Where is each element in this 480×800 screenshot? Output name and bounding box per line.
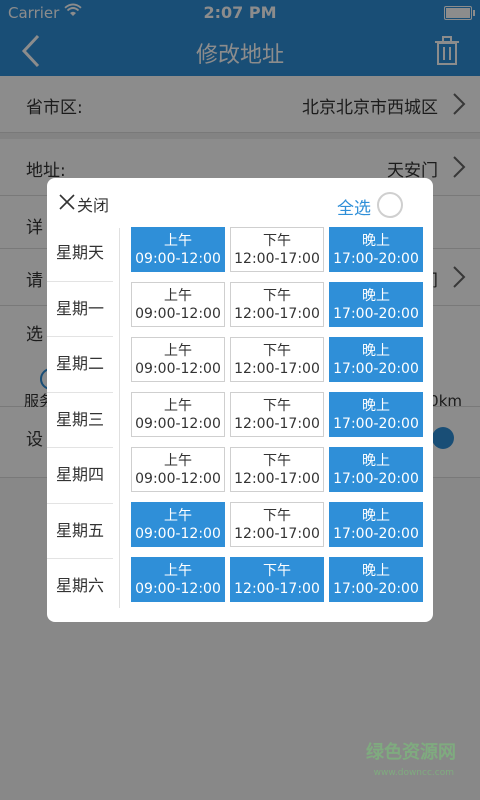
slot-time: 09:00-12:00 bbox=[135, 251, 221, 267]
select-all-radio[interactable] bbox=[377, 192, 403, 218]
slot-time: 12:00-17:00 bbox=[234, 526, 320, 542]
slot-time: 12:00-17:00 bbox=[234, 416, 320, 432]
slot-time: 12:00-17:00 bbox=[234, 471, 320, 487]
time-slot-modal: 关闭 全选 星期天 星期一 星期二 星期三 星期四 星期五星期六 上午 09:00-12:0… bbox=[47, 178, 433, 622]
time-slot-button[interactable]: 晚上 17:00-20:00 bbox=[329, 447, 423, 492]
watermark-url: www.downcc.com bbox=[373, 768, 454, 778]
slot-name: 晚上 bbox=[362, 508, 390, 524]
time-slot-button[interactable]: 晚上 17:00-20:00 bbox=[329, 227, 423, 272]
slot-time: 17:00-20:00 bbox=[333, 251, 419, 267]
time-slot-button[interactable]: 下午 12:00-17:00 bbox=[230, 392, 324, 437]
slot-time: 17:00-20:00 bbox=[333, 306, 419, 322]
slot-time: 12:00-17:00 bbox=[234, 581, 320, 597]
time-slot-button[interactable]: 下午 12:00-17:00 bbox=[230, 557, 324, 602]
slot-name: 下午 bbox=[263, 288, 291, 304]
slot-name: 晚上 bbox=[362, 398, 390, 414]
time-slot-button[interactable]: 晚上 17:00-20:00 bbox=[329, 557, 423, 602]
weekday-label: 星期四 bbox=[47, 448, 113, 504]
slot-time: 12:00-17:00 bbox=[234, 306, 320, 322]
time-slot-button[interactable]: 上午 09:00-12:00 bbox=[131, 337, 225, 382]
time-slot-button[interactable]: 晚上 17:00-20:00 bbox=[329, 337, 423, 382]
select-all-label[interactable]: 全选 bbox=[337, 194, 371, 219]
time-slot-button[interactable]: 晚上 17:00-20:00 bbox=[329, 392, 423, 437]
slot-grid: 上午 09:00-12:00 下午 12:00-17:00 晚上 17:00-20:00 上… bbox=[131, 227, 425, 612]
slot-time: 17:00-20:00 bbox=[333, 581, 419, 597]
slot-time: 09:00-12:00 bbox=[135, 306, 221, 322]
divider bbox=[119, 228, 120, 608]
slot-name: 上午 bbox=[164, 453, 192, 469]
slot-time: 17:00-20:00 bbox=[333, 526, 419, 542]
slot-row: 上午 09:00-12:00 下午 12:00-17:00 晚上 17:00-20:00 bbox=[131, 447, 425, 502]
slot-time: 17:00-20:00 bbox=[333, 471, 419, 487]
weekday-label: 星期三 bbox=[47, 393, 113, 448]
slot-row: 上午 09:00-12:00 下午 12:00-17:00 晚上 17:00-20:00 bbox=[131, 282, 425, 337]
time-slot-button[interactable]: 上午 09:00-12:00 bbox=[131, 282, 225, 327]
slot-name: 晚上 bbox=[362, 343, 390, 359]
slot-name: 晚上 bbox=[362, 563, 390, 579]
slot-time: 09:00-12:00 bbox=[135, 471, 221, 487]
weekday-label: 星期一 bbox=[47, 282, 113, 337]
time-slot-button[interactable]: 晚上 17:00-20:00 bbox=[329, 282, 423, 327]
slot-name: 下午 bbox=[263, 233, 291, 249]
slot-time: 12:00-17:00 bbox=[234, 251, 320, 267]
time-slot-button[interactable]: 下午 12:00-17:00 bbox=[230, 337, 324, 382]
time-slot-button[interactable]: 上午 09:00-12:00 bbox=[131, 227, 225, 272]
slot-name: 下午 bbox=[263, 508, 291, 524]
time-slot-button[interactable]: 上午 09:00-12:00 bbox=[131, 502, 225, 547]
close-icon bbox=[59, 194, 75, 210]
slot-name: 晚上 bbox=[362, 233, 390, 249]
weekday-label: 星期二 bbox=[47, 337, 113, 393]
weekday-label: 星期五 bbox=[47, 504, 113, 559]
slot-time: 09:00-12:00 bbox=[135, 526, 221, 542]
slot-row: 上午 09:00-12:00 下午 12:00-17:00 晚上 17:00-20:00 bbox=[131, 502, 425, 557]
time-slot-button[interactable]: 下午 12:00-17:00 bbox=[230, 227, 324, 272]
slot-time: 09:00-12:00 bbox=[135, 581, 221, 597]
slot-name: 晚上 bbox=[362, 453, 390, 469]
slot-time: 09:00-12:00 bbox=[135, 361, 221, 377]
watermark-logo: 绿色资源网 bbox=[366, 742, 456, 763]
slot-name: 下午 bbox=[263, 398, 291, 414]
slot-name: 上午 bbox=[164, 398, 192, 414]
slot-time: 17:00-20:00 bbox=[333, 361, 419, 377]
slot-row: 上午 09:00-12:00 下午 12:00-17:00 晚上 17:00-20:00 bbox=[131, 337, 425, 392]
weekday-list: 星期天 星期一 星期二 星期三 星期四 星期五星期六 bbox=[47, 226, 113, 614]
slot-name: 上午 bbox=[164, 563, 192, 579]
time-slot-button[interactable]: 晚上 17:00-20:00 bbox=[329, 502, 423, 547]
slot-row: 上午 09:00-12:00 下午 12:00-17:00 晚上 17:00-20:00 bbox=[131, 392, 425, 447]
slot-name: 晚上 bbox=[362, 288, 390, 304]
slot-name: 上午 bbox=[164, 233, 192, 249]
time-slot-button[interactable]: 下午 12:00-17:00 bbox=[230, 447, 324, 492]
time-slot-button[interactable]: 上午 09:00-12:00 bbox=[131, 392, 225, 437]
close-label: 关闭 bbox=[77, 196, 110, 215]
slot-name: 上午 bbox=[164, 343, 192, 359]
slot-time: 17:00-20:00 bbox=[333, 416, 419, 432]
slot-name: 下午 bbox=[263, 453, 291, 469]
time-slot-button[interactable]: 上午 09:00-12:00 bbox=[131, 557, 225, 602]
slot-name: 上午 bbox=[164, 508, 192, 524]
weekday-label: 星期天 bbox=[47, 226, 113, 282]
slot-name: 下午 bbox=[263, 343, 291, 359]
weekday-label: 星期六 bbox=[55, 576, 104, 595]
slot-time: 09:00-12:00 bbox=[135, 416, 221, 432]
slot-name: 上午 bbox=[164, 288, 192, 304]
time-slot-button[interactable]: 下午 12:00-17:00 bbox=[230, 502, 324, 547]
time-slot-button[interactable]: 上午 09:00-12:00 bbox=[131, 447, 225, 492]
slot-name: 下午 bbox=[263, 563, 291, 579]
slot-row: 上午 09:00-12:00 下午 12:00-17:00 晚上 17:00-20:00 bbox=[131, 557, 425, 612]
slot-time: 12:00-17:00 bbox=[234, 361, 320, 377]
slot-row: 上午 09:00-12:00 下午 12:00-17:00 晚上 17:00-20:00 bbox=[131, 227, 425, 282]
time-slot-button[interactable]: 下午 12:00-17:00 bbox=[230, 282, 324, 327]
